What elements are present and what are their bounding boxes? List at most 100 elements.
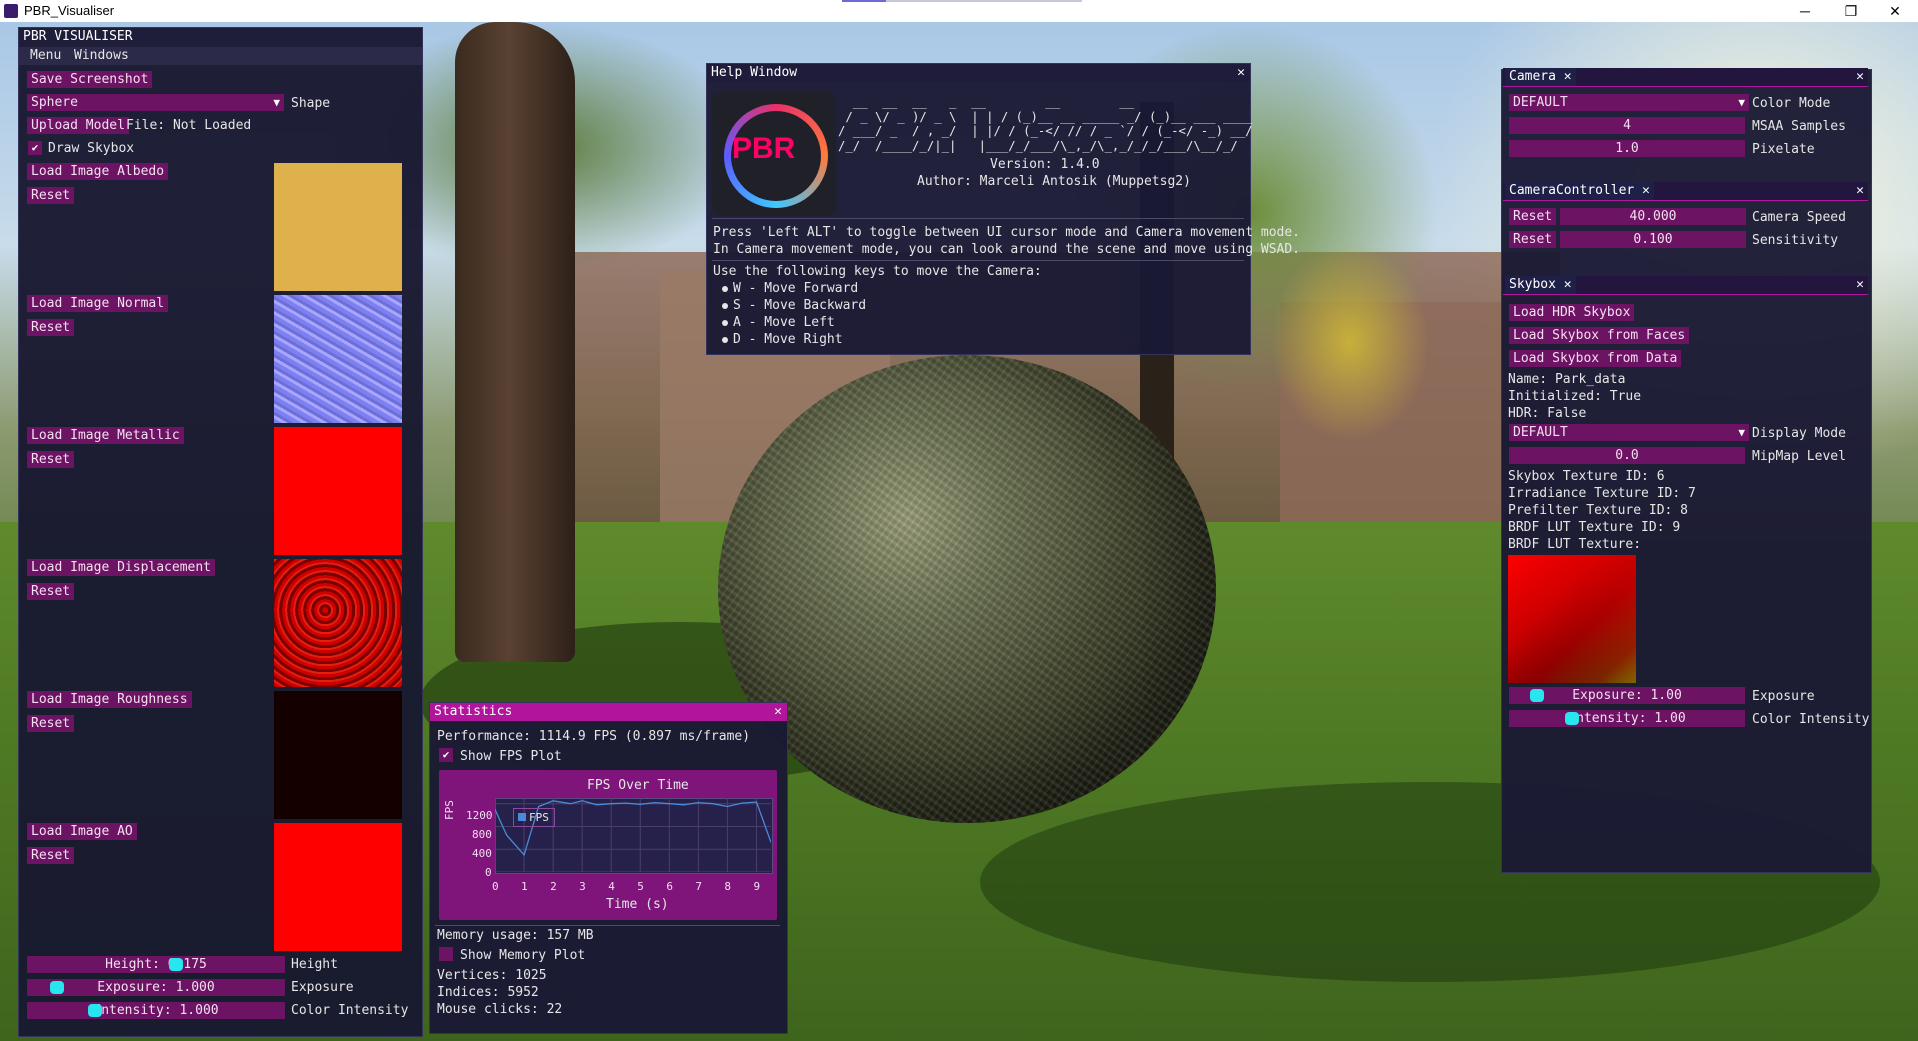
tab-skybox[interactable]: Skybox ✕	[1505, 276, 1576, 294]
close-icon[interactable]: ✕	[774, 703, 782, 721]
restore-button[interactable]: ❐	[1828, 0, 1874, 22]
reset-metallic-button[interactable]: Reset	[27, 451, 75, 468]
irradiance-texture-id: Irradiance Texture ID: 7	[1508, 486, 1696, 501]
skybox-exposure-value: Exposure: 1.00	[1572, 688, 1682, 703]
save-screenshot-button[interactable]: Save Screenshot	[27, 71, 153, 88]
display-mode-label: Display Mode	[1752, 426, 1846, 441]
close-window-button[interactable]: ✕	[1872, 0, 1918, 22]
slider-grab-handle[interactable]	[50, 981, 64, 994]
x-tick: 7	[695, 880, 702, 893]
display-mode-value: DEFAULT	[1513, 425, 1568, 440]
skybox-intensity-slider[interactable]: Intensity: 1.00	[1509, 710, 1745, 727]
shape-combo[interactable]: Sphere ▼	[27, 94, 284, 111]
y-tick: 800	[472, 828, 492, 841]
close-icon[interactable]: ✕	[1856, 182, 1864, 200]
slider-grab-handle[interactable]	[1530, 689, 1544, 702]
performance-text: Performance: 1114.9 FPS (0.897 ms/frame)	[437, 729, 751, 744]
reset-ao-button[interactable]: Reset	[27, 847, 75, 864]
ascii-art-title: __ __ __ _ __ __ __ / _ \/ _ )/ _ \ | | …	[838, 95, 1253, 153]
reset-albedo-button[interactable]: Reset	[27, 187, 75, 204]
intensity-slider-value: Intensity: 1.000	[93, 1003, 219, 1018]
camera-controller-tabbar: CameraController ✕ ✕	[1503, 182, 1868, 201]
tab-camera[interactable]: Camera ✕	[1505, 68, 1576, 86]
color-mode-combo[interactable]: DEFAULT ▼	[1509, 94, 1749, 111]
load-ao-button[interactable]: Load Image AO	[27, 823, 137, 840]
intensity-slider[interactable]: Intensity: 1.000	[27, 1002, 285, 1019]
close-icon[interactable]: ✕	[1856, 276, 1864, 294]
load-roughness-button[interactable]: Load Image Roughness	[27, 691, 192, 708]
logo-text: PBR	[732, 132, 796, 165]
help-line-1: Press 'Left ALT' to toggle between UI cu…	[713, 225, 1300, 240]
exposure-slider-value: Exposure: 1.000	[97, 980, 215, 995]
load-normal-button[interactable]: Load Image Normal	[27, 295, 169, 312]
close-icon[interactable]: ✕	[1856, 68, 1864, 86]
skybox-exposure-label: Exposure	[1752, 689, 1815, 704]
tab-camera-controller[interactable]: CameraController ✕	[1505, 182, 1654, 200]
mouse-clicks: Mouse clicks: 22	[437, 1002, 563, 1017]
ao-texture-preview	[274, 823, 402, 951]
load-hdr-skybox-button[interactable]: Load HDR Skybox	[1509, 304, 1635, 321]
load-skybox-faces-button[interactable]: Load Skybox from Faces	[1509, 327, 1690, 344]
menu-windows[interactable]: Windows	[74, 48, 129, 63]
brdf-lut-label: BRDF LUT Texture:	[1508, 537, 1642, 552]
close-icon[interactable]: ✕	[1237, 64, 1245, 82]
camera-tabbar: Camera ✕ ✕	[1503, 68, 1868, 87]
reset-roughness-button[interactable]: Reset	[27, 715, 75, 732]
reset-sensitivity-button[interactable]: Reset	[1509, 231, 1557, 248]
key-w: W - Move Forward	[733, 281, 859, 296]
y-tick: 1200	[466, 809, 493, 822]
sensitivity-label: Sensitivity	[1752, 233, 1839, 248]
skybox-exposure-slider[interactable]: Exposure: 1.00	[1509, 687, 1745, 704]
load-metallic-button[interactable]: Load Image Metallic	[27, 427, 184, 444]
load-skybox-data-button[interactable]: Load Skybox from Data	[1509, 350, 1682, 367]
indices-count: Indices: 5952	[437, 985, 539, 1000]
key-a: A - Move Left	[733, 315, 835, 330]
menu-menu[interactable]: Menu	[30, 48, 61, 63]
slider-grab-handle[interactable]	[169, 958, 183, 971]
normal-texture-preview	[274, 295, 402, 423]
pixelate-input[interactable]: 1.0	[1509, 140, 1745, 157]
reset-normal-button[interactable]: Reset	[27, 319, 75, 336]
pixelate-label: Pixelate	[1752, 142, 1815, 157]
check-icon: ✔	[442, 748, 450, 761]
skybox-hdr: HDR: False	[1508, 406, 1587, 421]
reset-displacement-button[interactable]: Reset	[27, 583, 75, 600]
chevron-down-icon: ▼	[273, 96, 280, 109]
x-tick: 9	[753, 880, 761, 893]
sensitivity-input[interactable]: 0.100	[1560, 231, 1746, 248]
chevron-down-icon: ▼	[1738, 96, 1745, 109]
legend-label: FPS	[529, 811, 549, 824]
draw-skybox-checkbox[interactable]: ✔	[28, 141, 42, 155]
msaa-label: MSAA Samples	[1752, 119, 1846, 134]
help-window-title: Help Window	[707, 64, 1250, 82]
display-mode-combo[interactable]: DEFAULT ▼	[1509, 424, 1749, 441]
upload-model-button[interactable]: Upload Model	[27, 117, 129, 134]
keys-intro: Use the following keys to move the Camer…	[713, 264, 1042, 279]
divider	[712, 218, 1244, 219]
memory-usage: Memory usage: 157 MB	[437, 928, 594, 943]
slider-grab-handle[interactable]	[1565, 712, 1579, 725]
reset-speed-button[interactable]: Reset	[1509, 208, 1557, 225]
exposure-slider[interactable]: Exposure: 1.000	[27, 979, 285, 996]
camera-speed-input[interactable]: 40.000	[1560, 208, 1746, 225]
metallic-texture-preview	[274, 427, 402, 555]
x-tick: 2	[550, 880, 557, 893]
x-tick: 4	[608, 880, 615, 893]
brdf-lut-texture-id: BRDF LUT Texture ID: 9	[1508, 520, 1681, 535]
draw-skybox-label: Draw Skybox	[48, 141, 135, 156]
minimize-button[interactable]: ─	[1782, 0, 1828, 22]
show-memory-plot-checkbox[interactable]	[439, 947, 453, 961]
height-slider[interactable]: Height: 0.175	[27, 956, 285, 973]
plot-legend: FPS	[513, 808, 555, 827]
msaa-input[interactable]: 4	[1509, 117, 1745, 134]
key-d: D - Move Right	[733, 332, 843, 347]
load-albedo-button[interactable]: Load Image Albedo	[27, 163, 169, 180]
exposure-label: Exposure	[291, 980, 354, 995]
plot-ylabel: FPS	[443, 800, 456, 820]
divider	[435, 925, 780, 926]
load-displacement-button[interactable]: Load Image Displacement	[27, 559, 216, 576]
show-fps-plot-checkbox[interactable]: ✔	[439, 748, 453, 762]
pbr-logo: PBR	[712, 92, 836, 216]
slider-grab-handle[interactable]	[88, 1004, 102, 1017]
mipmap-level-input[interactable]: 0.0	[1509, 447, 1745, 464]
